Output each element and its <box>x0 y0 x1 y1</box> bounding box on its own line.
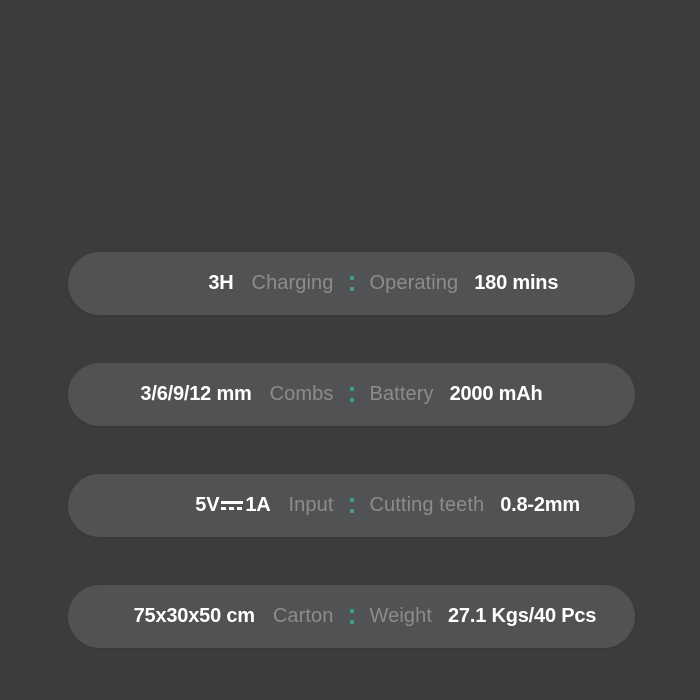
divider-dot-bottom <box>349 620 354 624</box>
spec-left-value-prefix: 5V <box>195 494 220 516</box>
spec-left-value-suffix: 1A <box>245 494 271 516</box>
spec-left-label: Input <box>288 494 334 516</box>
spec-row-left: 5V 1A Input <box>68 494 352 517</box>
spec-row-right: Battery 2000 mAh <box>352 383 636 406</box>
teal-colon-divider-icon <box>345 273 359 295</box>
dc-power-icon-dashed-bar <box>221 507 244 510</box>
divider-dot-bottom <box>349 398 354 402</box>
dc-power-icon-solid-bar <box>221 501 244 504</box>
spec-row-right: Weight 27.1 Kgs/40 Pcs <box>352 605 636 628</box>
spec-row-left: 3H Charging <box>68 272 352 295</box>
spec-right-label: Weight <box>369 605 432 627</box>
divider-dot-bottom <box>349 509 354 513</box>
spec-row-list: 3H Charging Operating 180 mins 3/6/9/12 … <box>68 252 635 648</box>
spec-right-label: Battery <box>369 383 434 405</box>
spec-row: 3H Charging Operating 180 mins <box>68 252 635 315</box>
spec-left-value: 3/6/9/12 mm <box>140 383 252 405</box>
spec-left-label: Carton <box>272 605 334 627</box>
spec-left-value: 3H <box>208 272 234 294</box>
spec-right-label: Operating <box>369 272 459 294</box>
spec-left-label: Combs <box>269 383 334 405</box>
spec-row: 5V 1A Input Cutting teeth 0.8-2mm <box>68 474 635 537</box>
spec-panel: 3H Charging Operating 180 mins 3/6/9/12 … <box>0 0 700 700</box>
spec-row: 3/6/9/12 mm Combs Battery 2000 mAh <box>68 363 635 426</box>
spec-right-value: 2000 mAh <box>449 383 543 405</box>
spec-right-label: Cutting teeth <box>369 494 485 516</box>
spec-right-value: 180 mins <box>474 272 559 294</box>
divider-dot-top <box>349 609 354 613</box>
spec-row-right: Operating 180 mins <box>352 272 636 295</box>
spec-left-label: Charging <box>251 272 334 294</box>
spec-right-value: 27.1 Kgs/40 Pcs <box>448 605 597 627</box>
divider-dot-top <box>349 498 354 502</box>
spec-right-value: 0.8-2mm <box>500 494 580 516</box>
teal-colon-divider-icon <box>345 384 359 406</box>
dc-power-icon <box>221 499 244 511</box>
divider-dot-top <box>349 387 354 391</box>
spec-row-left: 75x30x50 cm Carton <box>68 605 352 628</box>
teal-colon-divider-icon <box>345 495 359 517</box>
spec-row: 75x30x50 cm Carton Weight 27.1 Kgs/40 Pc… <box>68 585 635 648</box>
spec-left-value: 75x30x50 cm <box>133 605 255 627</box>
divider-dot-bottom <box>349 287 354 291</box>
spec-row-right: Cutting teeth 0.8-2mm <box>352 494 636 517</box>
divider-dot-top <box>349 276 354 280</box>
teal-colon-divider-icon <box>345 606 359 628</box>
spec-row-left: 3/6/9/12 mm Combs <box>68 383 352 406</box>
